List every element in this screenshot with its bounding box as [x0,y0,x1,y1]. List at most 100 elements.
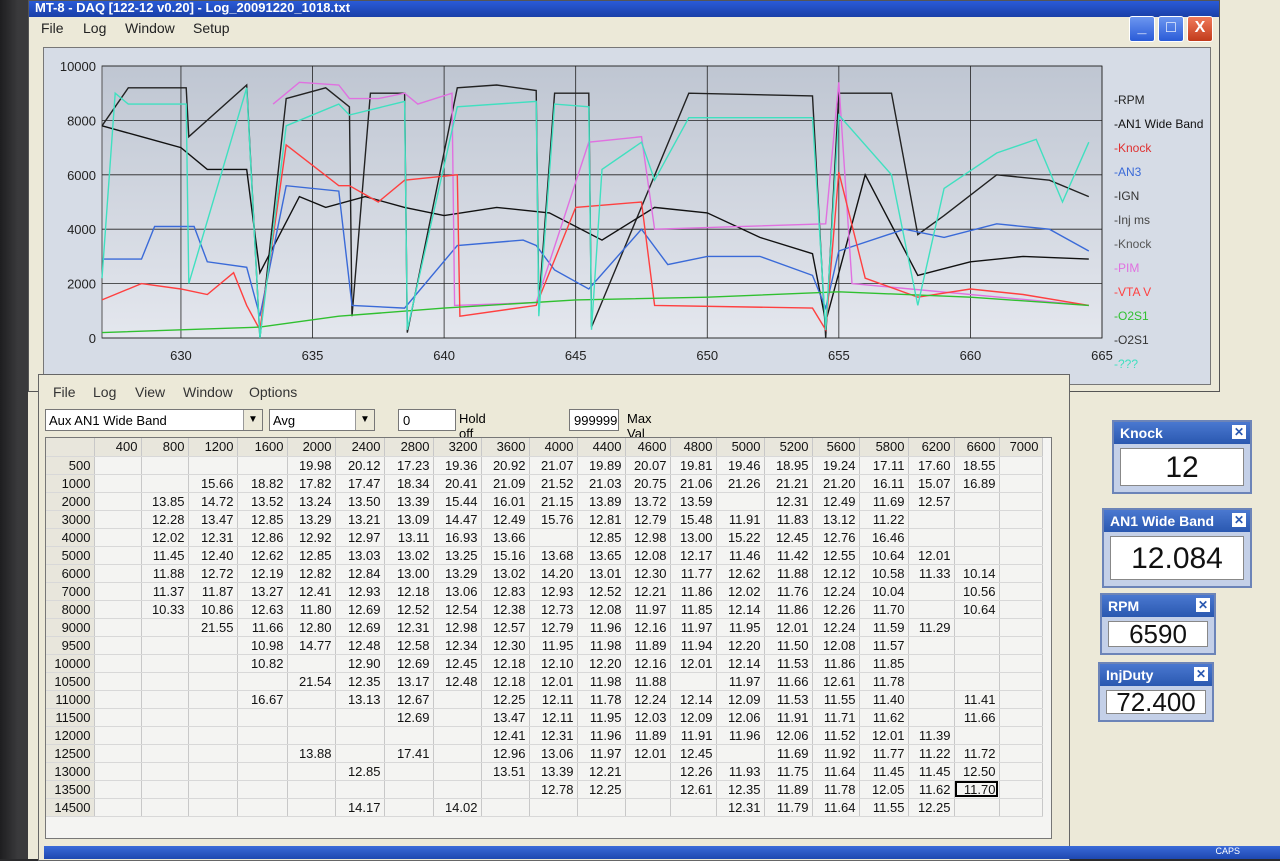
grid-cell[interactable]: 10.64 [954,600,1000,619]
grid-cell[interactable]: 13.29 [287,510,336,529]
grid-cell[interactable]: 11.95 [529,636,578,655]
grid-cell[interactable]: 12.52 [577,582,626,601]
grid-cell[interactable]: 12.31 [188,528,238,547]
grid-cell[interactable]: 12.06 [716,708,765,727]
grid-cell[interactable]: 11.88 [764,564,813,583]
grid-cell[interactable] [999,528,1043,547]
grid-cell[interactable]: 19.36 [433,456,482,475]
grid-column-header[interactable]: 400 [94,438,142,457]
grid-cell[interactable]: 12.01 [529,672,578,691]
grid-cell[interactable]: 12.01 [908,546,955,565]
grid-cell[interactable] [384,726,434,745]
data-menu-window[interactable]: Window [183,384,233,400]
grid-cell[interactable] [188,654,238,673]
grid-cell[interactable]: 12.11 [529,708,578,727]
grid-cell[interactable]: 12.97 [335,528,385,547]
grid-cell[interactable] [94,492,142,511]
grid-column-header[interactable]: 1600 [237,438,288,457]
grid-cell[interactable]: 20.07 [625,456,671,475]
grid-cell[interactable] [999,654,1043,673]
grid-cell[interactable]: 12.11 [529,690,578,709]
grid-cell[interactable]: 12.45 [670,744,717,763]
grid-cell[interactable] [94,654,142,673]
grid-cell[interactable] [625,762,671,781]
grid-cell[interactable] [237,762,288,781]
grid-cell[interactable] [529,798,578,817]
grid-cell[interactable] [141,762,189,781]
grid-row-header[interactable]: 2000 [46,492,95,511]
grid-cell[interactable] [94,780,142,799]
grid-cell[interactable]: 12.18 [384,582,434,601]
grid-cell[interactable]: 12.03 [625,708,671,727]
grid-cell[interactable] [999,708,1043,727]
grid-cell[interactable]: 13.12 [812,510,860,529]
grid-cell[interactable]: 12.34 [433,636,482,655]
grid-cell[interactable]: 13.68 [529,546,578,565]
grid-cell[interactable]: 11.95 [577,708,626,727]
grid-cell[interactable]: 12.83 [481,582,530,601]
grid-cell[interactable]: 11.98 [577,672,626,691]
grid-cell[interactable]: 13.47 [188,510,238,529]
grid-cell[interactable]: 11.88 [625,672,671,691]
grid-column-header[interactable]: 4000 [529,438,578,457]
grid-cell[interactable]: 19.24 [812,456,860,475]
grid-cell[interactable]: 13.27 [237,582,288,601]
grid-cell[interactable]: 11.50 [764,636,813,655]
mode-select[interactable]: Avg ▼ [269,409,375,431]
log-chart[interactable]: 10000 8000 6000 4000 2000 0 630 635 640 645 650 655… [43,47,1211,385]
grid-cell[interactable]: 11.97 [716,672,765,691]
channel-select[interactable]: Aux AN1 Wide Band ▼ [45,409,263,431]
grid-cell[interactable]: 12.78 [529,780,578,799]
grid-cell[interactable]: 11.66 [954,708,1000,727]
menu-log[interactable]: Log [83,20,106,36]
grid-cell[interactable]: 12.73 [529,600,578,619]
grid-cell[interactable]: 12.25 [481,690,530,709]
grid-cell[interactable]: 12.62 [716,564,765,583]
grid-cell[interactable]: 12.82 [287,564,336,583]
grid-cell[interactable]: 21.55 [188,618,238,637]
grid-cell[interactable]: 12.40 [188,546,238,565]
grid-cell[interactable]: 11.66 [237,618,288,637]
menu-window[interactable]: Window [125,20,175,36]
grid-cell[interactable]: 13.50 [335,492,385,511]
grid-column-header[interactable]: 5800 [859,438,909,457]
grid-cell[interactable]: 10.58 [859,564,909,583]
grid-row-header[interactable]: 13000 [46,762,95,781]
grid-cell[interactable]: 12.06 [764,726,813,745]
grid-cell[interactable] [94,474,142,493]
grid-cell[interactable]: 13.39 [384,492,434,511]
grid-cell[interactable]: 11.62 [908,780,955,799]
grid-cell[interactable]: 11.33 [908,564,955,583]
grid-cell[interactable] [188,726,238,745]
grid-cell[interactable] [999,672,1043,691]
close-icon[interactable]: ✕ [1232,425,1246,439]
grid-cell[interactable] [954,726,1000,745]
grid-cell[interactable]: 12.85 [335,762,385,781]
grid-cell[interactable]: 11.78 [577,690,626,709]
grid-cell[interactable]: 13.66 [481,528,530,547]
grid-row-header[interactable]: 11000 [46,690,95,709]
grid-cell[interactable]: 11.87 [188,582,238,601]
grid-cell[interactable] [188,744,238,763]
grid-cell[interactable] [670,798,717,817]
grid-cell[interactable]: 12.84 [335,564,385,583]
grid-cell[interactable]: 11.97 [577,744,626,763]
grid-cell[interactable]: 12.96 [481,744,530,763]
grid-cell[interactable]: 12.21 [577,762,626,781]
grid-cell[interactable]: 11.91 [716,510,765,529]
grid-cell[interactable]: 11.91 [670,726,717,745]
grid-cell[interactable]: 12.72 [188,564,238,583]
grid-cell[interactable]: 12.08 [812,636,860,655]
grid-cell[interactable]: 13.25 [433,546,482,565]
grid-cell[interactable]: 12.28 [141,510,189,529]
grid-cell[interactable] [141,690,189,709]
grid-row-header[interactable]: 12000 [46,726,95,745]
grid-column-header[interactable]: 800 [141,438,189,457]
grid-cell[interactable] [335,708,385,727]
grid-column-header[interactable]: 5200 [764,438,813,457]
grid-cell[interactable]: 12.01 [625,744,671,763]
grid-cell[interactable]: 11.79 [764,798,813,817]
grid-cell[interactable]: 11.78 [812,780,860,799]
grid-cell[interactable]: 12.92 [287,528,336,547]
grid-cell[interactable] [716,492,765,511]
